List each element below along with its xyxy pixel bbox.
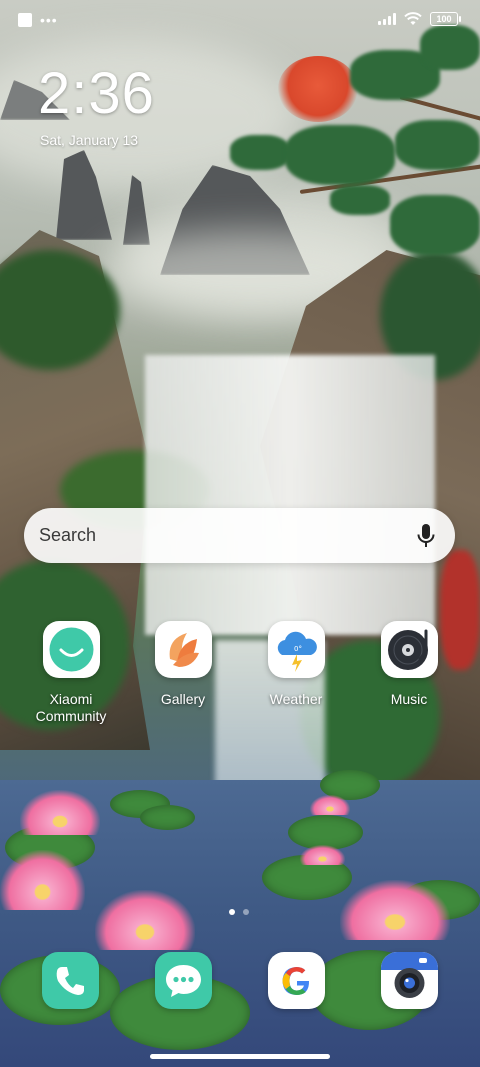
wifi-icon <box>404 12 422 25</box>
battery-icon: 100 <box>430 12 461 26</box>
app-label: Music <box>390 691 428 707</box>
camera-icon <box>381 952 438 998</box>
clock-date[interactable]: Sat, January 13 <box>40 132 138 148</box>
page-dot-1[interactable] <box>229 909 235 915</box>
dock-google[interactable] <box>268 952 325 1009</box>
gallery-petals-icon <box>154 621 212 678</box>
app-label: Xiaomi Community <box>35 691 107 724</box>
status-bar: ••• 100 <box>0 0 480 42</box>
dock-phone[interactable] <box>42 952 99 1009</box>
clock-time[interactable]: 2:36 <box>38 60 155 127</box>
smile-icon <box>42 621 100 678</box>
page-indicator[interactable] <box>229 909 249 915</box>
vinyl-record-icon <box>380 621 438 678</box>
battery-level: 100 <box>436 14 452 24</box>
more-notifications-icon: ••• <box>40 12 58 28</box>
search-placeholder: Search <box>39 525 97 545</box>
notification-app-icon <box>18 13 32 27</box>
home-gesture-bar[interactable] <box>150 1054 330 1059</box>
app-music[interactable]: Music <box>359 621 459 708</box>
phone-icon <box>56 967 84 995</box>
cloud-lightning-icon: 0° <box>267 621 325 678</box>
page-dot-2[interactable] <box>243 909 249 915</box>
app-label: Gallery <box>160 691 206 707</box>
signal-strength-icon <box>378 13 396 25</box>
weather-temp: 0° <box>294 645 302 653</box>
google-icon <box>282 967 310 995</box>
app-xiaomi-community[interactable]: Xiaomi Community <box>21 621 121 725</box>
microphone-icon[interactable] <box>415 522 437 550</box>
app-weather[interactable]: 0° Weather <box>246 621 346 708</box>
app-label: Weather <box>269 691 323 707</box>
app-gallery[interactable]: Gallery <box>133 621 233 708</box>
dock-camera[interactable] <box>381 952 438 1009</box>
search-bar[interactable]: Search <box>24 508 455 563</box>
messaging-icon <box>166 965 201 997</box>
dock-messaging[interactable] <box>155 952 212 1009</box>
sun-graphic <box>278 56 358 122</box>
